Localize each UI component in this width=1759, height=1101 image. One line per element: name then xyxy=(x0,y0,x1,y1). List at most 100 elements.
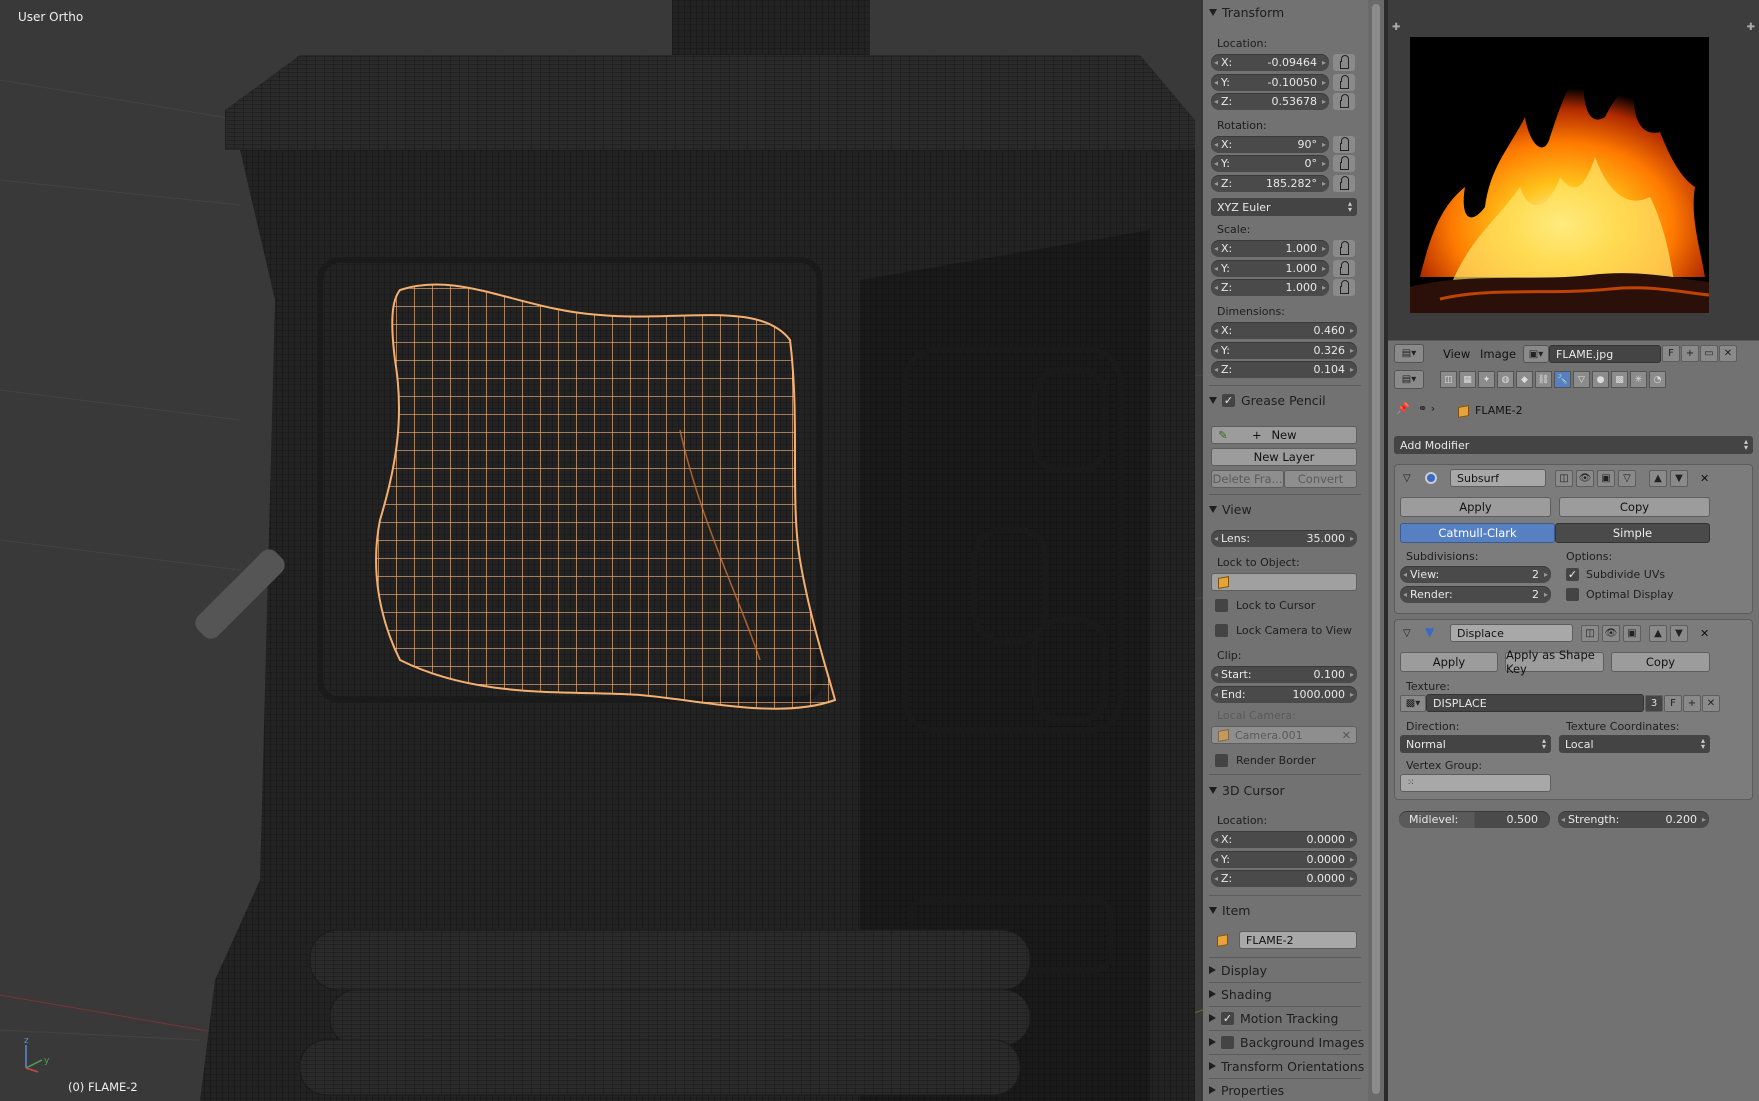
editor-type-icon[interactable]: ▤▾ xyxy=(1394,344,1424,363)
lock-icon[interactable] xyxy=(1333,136,1355,153)
shelf-scrollbar[interactable] xyxy=(1368,0,1384,1101)
texture-fake-user-button[interactable]: F xyxy=(1664,695,1682,712)
collapse-arrow-icon[interactable]: ▽ xyxy=(1403,628,1411,639)
close-icon[interactable]: ✕ xyxy=(1702,695,1720,712)
move-up-icon[interactable]: ▲ xyxy=(1649,470,1667,487)
editor-type-icon[interactable]: ▤▾ xyxy=(1394,370,1424,389)
cursor-x-field[interactable]: ◂ X: 0.0000 ▸ xyxy=(1211,831,1357,848)
background-images-panel-header[interactable]: Background Images xyxy=(1209,1033,1364,1051)
display-panel-header[interactable]: Display xyxy=(1209,961,1267,979)
properties-panel-header[interactable]: Properties xyxy=(1209,1081,1284,1099)
remove-modifier-icon[interactable]: ✕ xyxy=(1700,627,1709,640)
catmull-clark-toggle[interactable]: Catmull-Clark xyxy=(1400,523,1555,543)
local-camera-field[interactable]: Camera.001 ✕ xyxy=(1211,726,1357,744)
lock-icon[interactable] xyxy=(1333,279,1355,296)
displace-copy-button[interactable]: Copy xyxy=(1611,652,1710,672)
scene-tab-icon[interactable]: ✦ xyxy=(1478,371,1495,388)
render-toggle-icon[interactable]: ◫ xyxy=(1555,470,1573,487)
apply-shape-key-button[interactable]: Apply as Shape Key xyxy=(1505,648,1604,676)
texture-name-field[interactable]: DISPLACE xyxy=(1426,694,1644,712)
grease-pencil-checkbox[interactable]: ✓ xyxy=(1222,393,1235,407)
image-menu[interactable]: Image xyxy=(1480,347,1516,361)
move-down-icon[interactable]: ▼ xyxy=(1670,625,1688,642)
lock-icon[interactable] xyxy=(1333,175,1355,192)
clip-start-field[interactable]: ◂ Start: 0.100 ▸ xyxy=(1211,666,1357,683)
render-toggle-icon[interactable]: ◫ xyxy=(1581,625,1599,642)
3d-viewport[interactable]: User Ortho (0) FLAME-2 z y xyxy=(0,0,1203,1101)
location-y-field[interactable]: ◂ Y: -0.10050 ▸ xyxy=(1211,74,1329,91)
plus-icon[interactable]: + xyxy=(1681,345,1699,362)
move-up-icon[interactable]: ▲ xyxy=(1649,625,1667,642)
shading-panel-header[interactable]: Shading xyxy=(1209,985,1272,1003)
texture-browse-icon[interactable]: ▩▾ xyxy=(1400,695,1426,712)
grease-new-button[interactable]: ✎ + New xyxy=(1211,426,1357,444)
scale-z-field[interactable]: ◂ Z: 1.000 ▸ xyxy=(1211,279,1329,296)
particles-tab-icon[interactable]: ✳ xyxy=(1630,371,1647,388)
lock-icon[interactable] xyxy=(1333,54,1355,71)
location-x-field[interactable]: ◂ X: -0.09464 ▸ xyxy=(1211,54,1329,71)
render-layers-tab-icon[interactable]: ▦ xyxy=(1459,371,1476,388)
direction-select[interactable]: Normal ▴ ▾ xyxy=(1400,735,1551,753)
cursor-y-field[interactable]: ◂ Y: 0.0000 ▸ xyxy=(1211,851,1357,868)
view-levels-field[interactable]: ◂ View: 2 ▸ xyxy=(1400,566,1551,583)
grease-pencil-panel-header[interactable]: ✓ Grease Pencil xyxy=(1209,391,1326,409)
background-images-checkbox[interactable] xyxy=(1221,1035,1234,1049)
scale-y-field[interactable]: ◂ Y: 1.000 ▸ xyxy=(1211,260,1329,277)
fake-user-button[interactable]: F xyxy=(1662,345,1680,362)
view-menu[interactable]: View xyxy=(1443,347,1470,361)
lock-icon[interactable] xyxy=(1333,240,1355,257)
texture-tab-icon[interactable]: ▩ xyxy=(1611,371,1628,388)
area-corner-icon[interactable]: ✚ xyxy=(1747,22,1755,33)
texture-coords-select[interactable]: Local ▴ ▾ xyxy=(1559,735,1710,753)
scrollbar-thumb[interactable] xyxy=(1372,4,1380,1094)
subsurf-name-field[interactable]: Subsurf xyxy=(1450,469,1546,487)
displace-apply-button[interactable]: Apply xyxy=(1400,652,1498,672)
lens-field[interactable]: ◂ Lens: 35.000 ▸ xyxy=(1211,530,1357,547)
image-editor-area[interactable]: ✚ ✚ xyxy=(1388,0,1759,340)
image-name-field[interactable]: FLAME.jpg xyxy=(1549,345,1661,363)
cursor-z-field[interactable]: ◂ Z: 0.0000 ▸ xyxy=(1211,870,1357,887)
clip-end-field[interactable]: ◂ End: 1000.000 ▸ xyxy=(1211,686,1357,703)
simple-toggle[interactable]: Simple xyxy=(1555,523,1710,543)
folder-icon[interactable]: ▭ xyxy=(1700,345,1718,362)
subsurf-copy-button[interactable]: Copy xyxy=(1559,497,1710,517)
modifiers-tab-icon[interactable]: 🔧 xyxy=(1554,371,1571,388)
visibility-eye-icon[interactable]: 👁 xyxy=(1602,625,1620,642)
motion-tracking-panel-header[interactable]: ✓ Motion Tracking xyxy=(1209,1009,1338,1027)
dimensions-y-field[interactable]: ◂ Y: 0.326 ▸ xyxy=(1211,342,1357,359)
convert-button[interactable]: Convert xyxy=(1284,470,1357,488)
optimal-display-checkbox[interactable] xyxy=(1566,588,1579,601)
render-tab-icon[interactable]: ◫ xyxy=(1440,371,1457,388)
texture-users-count[interactable]: 3 xyxy=(1645,695,1663,712)
rotation-mode-select[interactable]: XYZ Euler ▴ ▾ xyxy=(1211,198,1357,216)
physics-tab-icon[interactable]: ◔ xyxy=(1649,371,1666,388)
remove-modifier-icon[interactable]: ✕ xyxy=(1700,472,1709,485)
subdivide-uvs-checkbox[interactable]: ✓ xyxy=(1566,568,1579,581)
lock-icon[interactable] xyxy=(1333,155,1355,172)
add-modifier-select[interactable]: Add Modifier ▴ ▾ xyxy=(1394,436,1753,454)
vertex-group-field[interactable]: ⁙ xyxy=(1400,774,1551,792)
object-tab-icon[interactable]: ◆ xyxy=(1516,371,1533,388)
editmode-toggle-icon[interactable]: ▣ xyxy=(1623,625,1641,642)
dimensions-x-field[interactable]: ◂ X: 0.460 ▸ xyxy=(1211,322,1357,339)
motion-tracking-checkbox[interactable]: ✓ xyxy=(1221,1011,1234,1025)
lock-icon[interactable] xyxy=(1333,93,1355,110)
new-layer-button[interactable]: New Layer xyxy=(1211,448,1357,466)
lock-icon[interactable] xyxy=(1333,260,1355,277)
lock-camera-checkbox[interactable] xyxy=(1215,624,1228,637)
plus-icon[interactable]: + xyxy=(1683,695,1701,712)
close-icon[interactable]: ✕ xyxy=(1719,345,1737,362)
image-browse-icon[interactable]: ▣▾ xyxy=(1523,345,1549,363)
cursor-panel-header[interactable]: 3D Cursor xyxy=(1209,781,1285,799)
displace-name-field[interactable]: Displace xyxy=(1450,624,1573,642)
constraints-tab-icon[interactable]: ⛓ xyxy=(1535,371,1552,388)
pin-icon[interactable]: 📌 xyxy=(1396,402,1410,415)
item-name-field[interactable]: FLAME-2 xyxy=(1239,931,1357,949)
location-z-field[interactable]: ◂ Z: 0.53678 ▸ xyxy=(1211,93,1329,110)
visibility-eye-icon[interactable]: 👁 xyxy=(1576,470,1594,487)
delete-frame-button[interactable]: Delete Fra... xyxy=(1211,470,1284,488)
render-levels-field[interactable]: ◂ Render: 2 ▸ xyxy=(1400,586,1551,603)
cage-toggle-icon[interactable]: ▽ xyxy=(1618,470,1636,487)
clear-x-icon[interactable]: ✕ xyxy=(1342,729,1351,742)
midlevel-slider[interactable]: Midlevel: 0.500 xyxy=(1399,811,1550,828)
